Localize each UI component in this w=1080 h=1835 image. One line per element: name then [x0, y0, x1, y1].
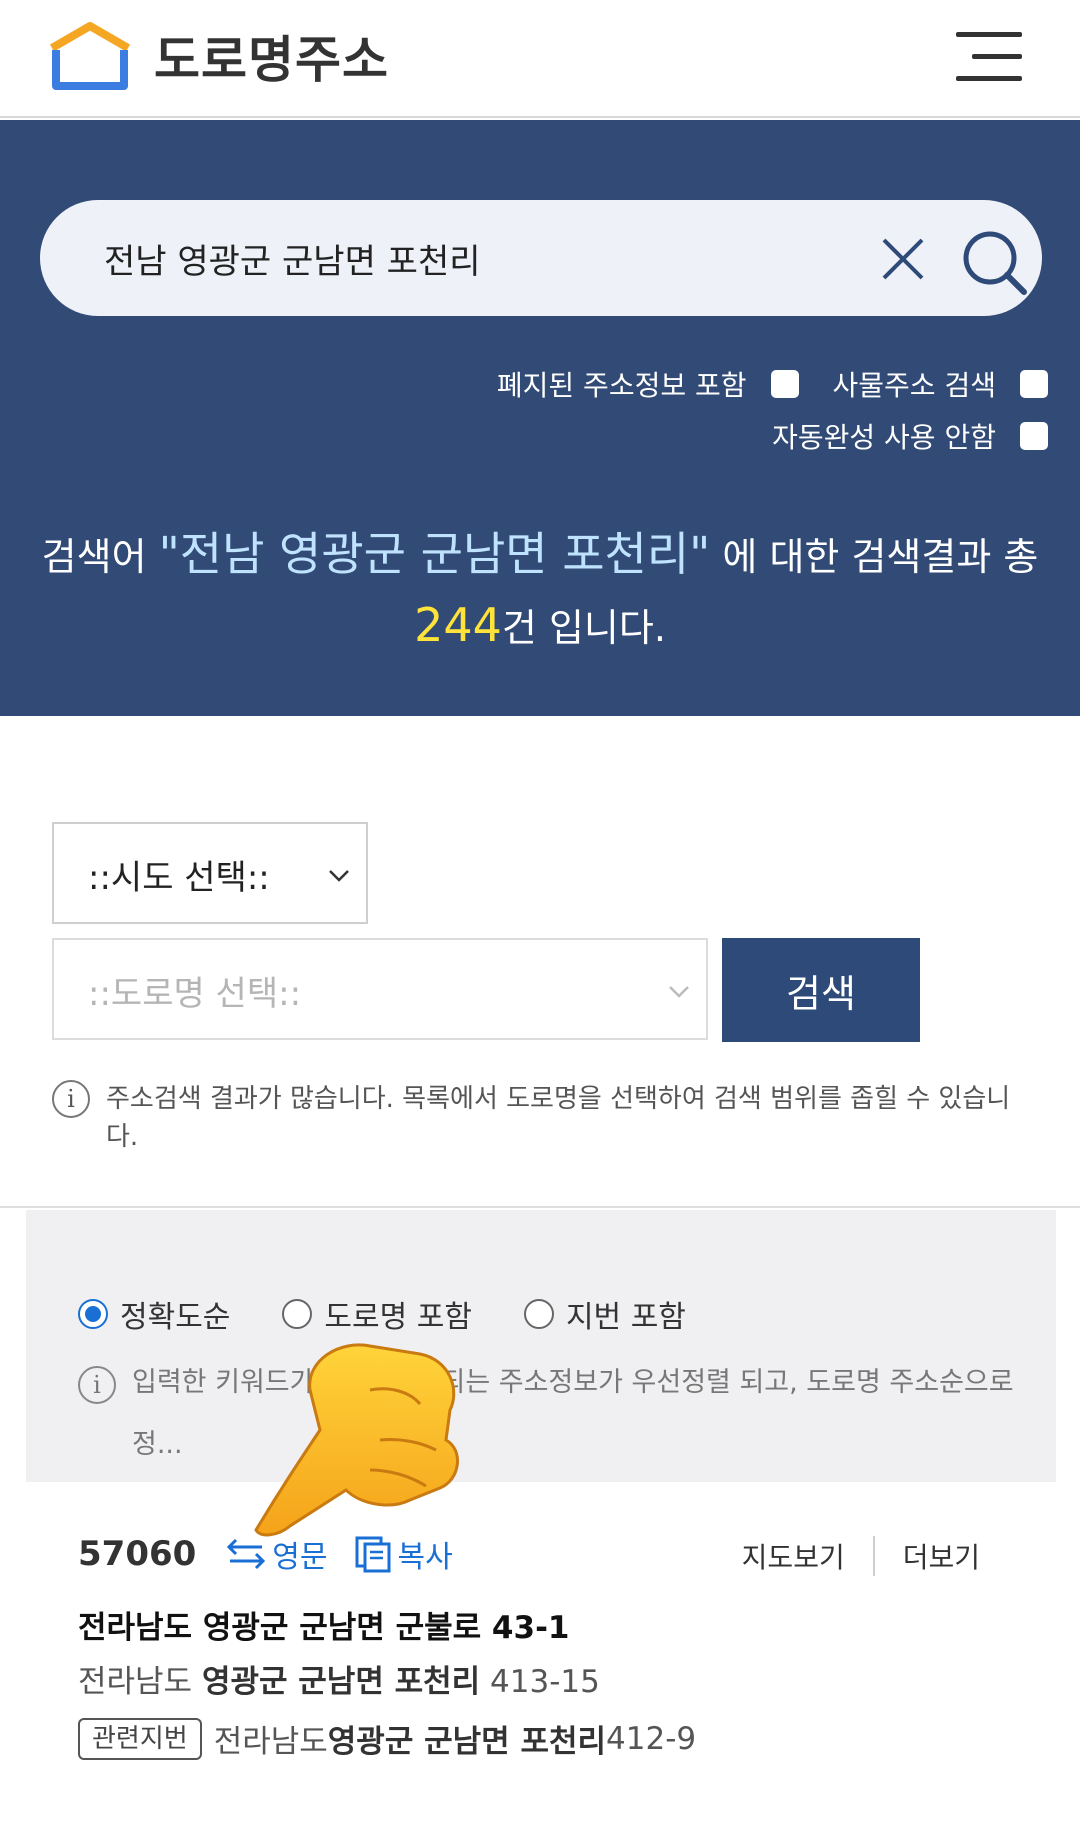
option-row-2: 자동완성 사용 안함 [738, 416, 1048, 456]
chevron-down-icon [669, 986, 689, 998]
zipcode: 57060 [78, 1534, 197, 1574]
more-link[interactable]: 더보기 [903, 1536, 980, 1576]
object-address-checkbox[interactable] [1020, 370, 1048, 398]
info-icon: i [78, 1366, 116, 1404]
search-input[interactable] [104, 220, 824, 296]
close-icon[interactable] [878, 234, 928, 284]
hamburger-menu-icon[interactable] [956, 30, 1022, 82]
include-abolished-checkbox[interactable] [770, 370, 799, 398]
divider [0, 1206, 1080, 1208]
logo-text: 도로명주소 [154, 31, 389, 89]
result-item: 57060 영문 복사 지도보기 더보기 전라남도 영광군 군남면 군불로 43… [0, 1500, 1080, 1800]
logo[interactable]: 도로명주소 [46, 20, 389, 92]
road-address: 전라남도 영광군 군남면 군불로 43-1 [78, 1610, 570, 1646]
app-header: 도로명주소 [0, 0, 1080, 118]
result-links: 지도보기 더보기 [742, 1536, 980, 1576]
filter-note: i 주소검색 결과가 많습니다. 목록에서 도로명을 선택하여 검색 범위를 좁… [52, 1080, 1032, 1156]
related-jibun: 관련지번 전라남도 영광군 군남면 포천리 412-9 [78, 1716, 696, 1761]
no-autocomplete-option[interactable]: 자동완성 사용 안함 [772, 416, 1048, 456]
sort-panel: 정확도순 도로명 포함 지번 포함 i 입력한 키워드가 ... 에 포함되는 … [26, 1210, 1056, 1482]
sort-note: i 입력한 키워드가 ... 에 포함되는 주소정보가 우선정렬 되고, 도로명… [78, 1352, 1018, 1476]
sort-jibun-radio[interactable]: 지번 포함 [523, 1292, 686, 1336]
pointing-hand-icon [254, 1343, 459, 1537]
map-view-link[interactable]: 지도보기 [742, 1536, 845, 1576]
search-keyword: "전남 영광군 군남면 포천리" [158, 527, 711, 581]
house-logo-icon [49, 22, 131, 90]
copy-icon [355, 1536, 390, 1573]
info-icon: i [52, 1080, 90, 1118]
search-bar [40, 200, 1042, 316]
link-separator [872, 1536, 875, 1576]
search-icon[interactable] [958, 226, 1030, 298]
result-summary: 검색어 "전남 영광군 군남면 포천리" 에 대한 검색결과 총 244건 입니… [41, 527, 1039, 652]
chevron-down-icon [329, 870, 349, 882]
search-banner: 폐지된 주소정보 포함 사물주소 검색 자동완성 사용 안함 검색어 "전남 영… [0, 120, 1080, 716]
jibun-address: 전라남도 영광군 군남면 포천리 413-15 [78, 1664, 600, 1700]
object-address-option[interactable]: 사물주소 검색 [833, 364, 1048, 404]
sido-select[interactable]: ::시도 선택:: [52, 822, 368, 924]
sort-accuracy-radio[interactable]: 정확도순 [78, 1292, 230, 1336]
include-abolished-option[interactable]: 폐지된 주소정보 포함 [497, 364, 799, 404]
swap-arrows-icon [227, 1538, 266, 1570]
result-count: 244 [414, 598, 502, 652]
no-autocomplete-checkbox[interactable] [1020, 422, 1048, 450]
road-select[interactable]: ::도로명 선택:: [52, 938, 708, 1040]
road-search-button[interactable]: 검색 [722, 938, 920, 1042]
option-row-1: 폐지된 주소정보 포함 사물주소 검색 [463, 364, 1048, 404]
related-jibun-tag: 관련지번 [78, 1717, 202, 1760]
